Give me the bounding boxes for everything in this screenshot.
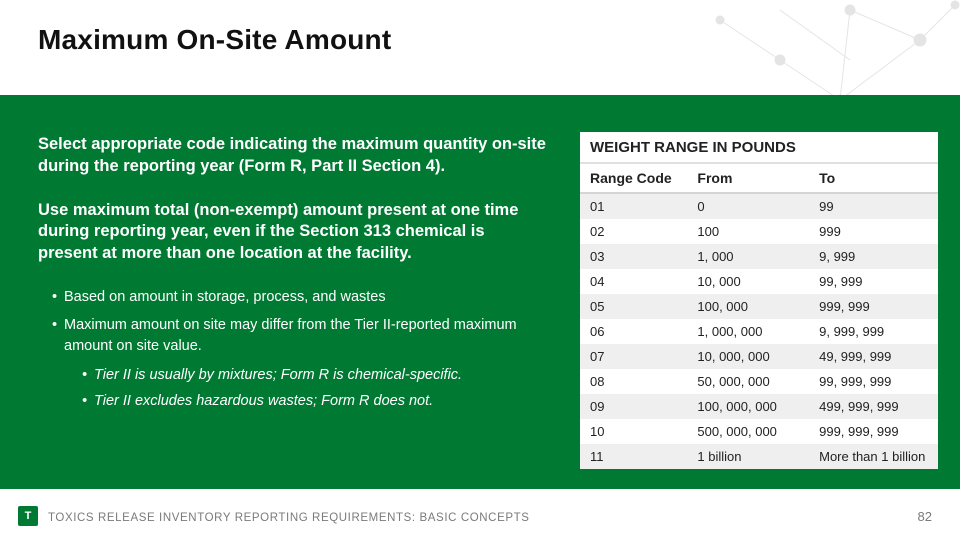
table-cell: 99, 999, 999 [809,369,938,394]
sub-bullet-item: Tier II is usually by mixtures; Form R i… [82,365,546,386]
table-cell: 06 [580,319,687,344]
slide: Maximum On-Site Amount Select appropriat… [0,0,960,540]
table-cell: 09 [580,394,687,419]
paragraph-2: Use maximum total (non-exempt) amount pr… [38,200,546,265]
bullet-item: Based on amount in storage, process, and… [52,287,546,308]
page-title: Maximum On-Site Amount [38,24,391,56]
table-cell: 1 billion [687,444,809,469]
table-cell: 99 [809,193,938,219]
table-cell: 10 [580,419,687,444]
table-cell: 499, 999, 999 [809,394,938,419]
table-cell: 999 [809,219,938,244]
table: Range Code From To 0109902100999031, 000… [580,164,938,469]
sub-bullet-item: Tier II excludes hazardous wastes; Form … [82,391,546,412]
table-cell: 05 [580,294,687,319]
table-cell: 99, 999 [809,269,938,294]
table-cell: 999, 999 [809,294,938,319]
table-row: 02100999 [580,219,938,244]
table-cell: 02 [580,219,687,244]
table-cell: More than 1 billion [809,444,938,469]
table-row: 09100, 000, 000499, 999, 999 [580,394,938,419]
table-row: 05100, 000999, 999 [580,294,938,319]
weight-range-table: WEIGHT RANGE IN POUNDS Range Code From T… [580,132,938,469]
table-cell: 08 [580,369,687,394]
table-cell: 100, 000, 000 [687,394,809,419]
table-cell: 999, 999, 999 [809,419,938,444]
footer-text-suffix: : BASIC CONCEPTS [412,512,530,524]
table-cell: 49, 999, 999 [809,344,938,369]
table-cell: 03 [580,244,687,269]
footer-logo-icon: T [18,506,38,526]
table-cell: 500, 000, 000 [687,419,809,444]
sub-bullet-list: Tier II is usually by mixtures; Form R i… [68,365,546,412]
table-cell: 9, 999, 999 [809,319,938,344]
table-row: 10500, 000, 000999, 999, 999 [580,419,938,444]
paragraph-1: Select appropriate code indicating the m… [38,134,546,178]
table-row: 0410, 00099, 999 [580,269,938,294]
table-caption: WEIGHT RANGE IN POUNDS [580,132,938,164]
col-header: To [809,164,938,193]
table-cell: 100, 000 [687,294,809,319]
table-cell: 9, 999 [809,244,938,269]
table-cell: 1, 000, 000 [687,319,809,344]
table-cell: 10, 000 [687,269,809,294]
footer-text: TOXICS RELEASE INVENTORY REPORTING REQUI… [48,512,530,524]
table-cell: 1, 000 [687,244,809,269]
bullet-item: Maximum amount on site may differ from t… [52,315,546,356]
table-cell: 50, 000, 000 [687,369,809,394]
footer-text-prefix: TOXICS RELEASE INVENTORY REPORTING REQUI… [48,512,412,524]
col-header: From [687,164,809,193]
table-row: 0710, 000, 00049, 999, 999 [580,344,938,369]
footer: T TOXICS RELEASE INVENTORY REPORTING REQ… [0,489,960,540]
col-header: Range Code [580,164,687,193]
table-cell: 0 [687,193,809,219]
page-number: 82 [918,509,932,524]
table-cell: 07 [580,344,687,369]
table-row: 111 billionMore than 1 billion [580,444,938,469]
table-row: 031, 0009, 999 [580,244,938,269]
table-cell: 10, 000, 000 [687,344,809,369]
bullet-list: Based on amount in storage, process, and… [38,287,546,357]
table-row: 01099 [580,193,938,219]
table-cell: 01 [580,193,687,219]
body-text: Select appropriate code indicating the m… [38,134,546,418]
table-cell: 100 [687,219,809,244]
table-cell: 04 [580,269,687,294]
table-cell: 11 [580,444,687,469]
table-row: 0850, 000, 00099, 999, 999 [580,369,938,394]
table-header-row: Range Code From To [580,164,938,193]
table-row: 061, 000, 0009, 999, 999 [580,319,938,344]
